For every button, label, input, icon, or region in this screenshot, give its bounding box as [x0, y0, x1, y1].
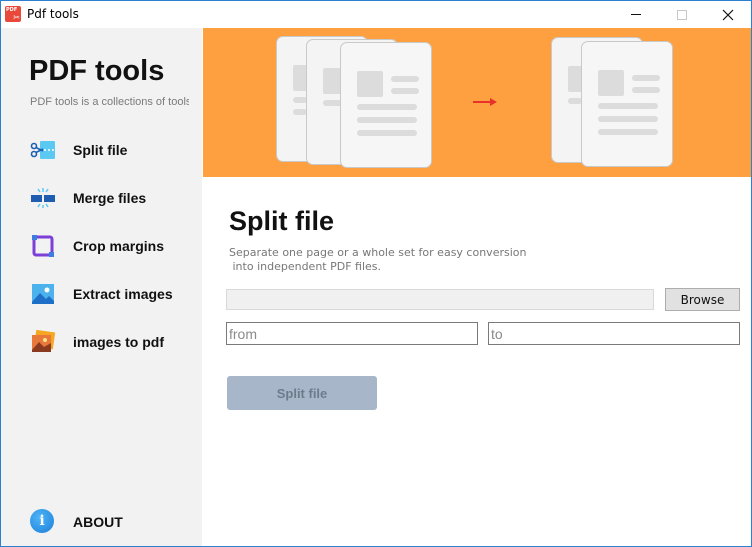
minimize-icon [631, 14, 641, 15]
brand-title: PDF tools [29, 55, 165, 87]
banner-illustration [203, 28, 751, 177]
to-page-input[interactable] [488, 322, 740, 345]
maximize-button[interactable] [659, 1, 705, 28]
image-icon [30, 281, 56, 307]
sidebar-item-label: Split file [73, 142, 128, 158]
close-icon [722, 9, 734, 20]
sidebar-item-label: Merge files [73, 190, 147, 206]
info-icon: i [30, 509, 54, 533]
document-icon [340, 42, 432, 168]
page-description: Separate one page or a whole set for eas… [229, 246, 527, 273]
split-file-button[interactable]: Split file [227, 376, 377, 410]
arrow-right-icon [473, 98, 497, 106]
sidebar-item-label: images to pdf [73, 334, 165, 350]
document-icon [581, 41, 673, 167]
crop-icon [30, 233, 56, 259]
sidebar-item-crop-margins[interactable]: Crop margins [1, 226, 202, 266]
window-title: Pdf tools [27, 7, 79, 21]
sidebar-item-label: Extract images [73, 286, 173, 302]
maximize-icon [677, 9, 687, 20]
browse-button[interactable]: Browse [665, 288, 740, 311]
sidebar-item-split-file[interactable]: Split file [1, 130, 202, 170]
title-bar: PDF ✂ Pdf tools [1, 1, 751, 28]
from-page-input[interactable] [226, 322, 478, 345]
pdf-scissors-icon: PDF ✂ [5, 6, 21, 22]
close-button[interactable] [705, 1, 751, 28]
sidebar-item-label: Crop margins [73, 238, 165, 254]
sidebar-item-about[interactable]: i ABOUT [1, 502, 202, 542]
minimize-button[interactable] [613, 1, 659, 28]
sidebar-item-merge-files[interactable]: Merge files [1, 178, 202, 218]
images-stack-icon [30, 329, 56, 355]
sidebar-item-images-to-pdf[interactable]: images to pdf [1, 322, 202, 362]
file-path-field[interactable] [226, 289, 654, 310]
sidebar: PDF tools PDF tools is a collections of … [1, 28, 202, 546]
app-window: PDF ✂ Pdf tools PDF tools PDF tools is a … [0, 0, 752, 547]
brand-description: PDF tools is a collections of tools that… [30, 96, 189, 108]
scissors-icon [30, 137, 56, 163]
page-title: Split file [229, 206, 335, 236]
sidebar-item-extract-images[interactable]: Extract images [1, 274, 202, 314]
merge-icon [30, 185, 56, 211]
about-label: ABOUT [73, 514, 123, 530]
